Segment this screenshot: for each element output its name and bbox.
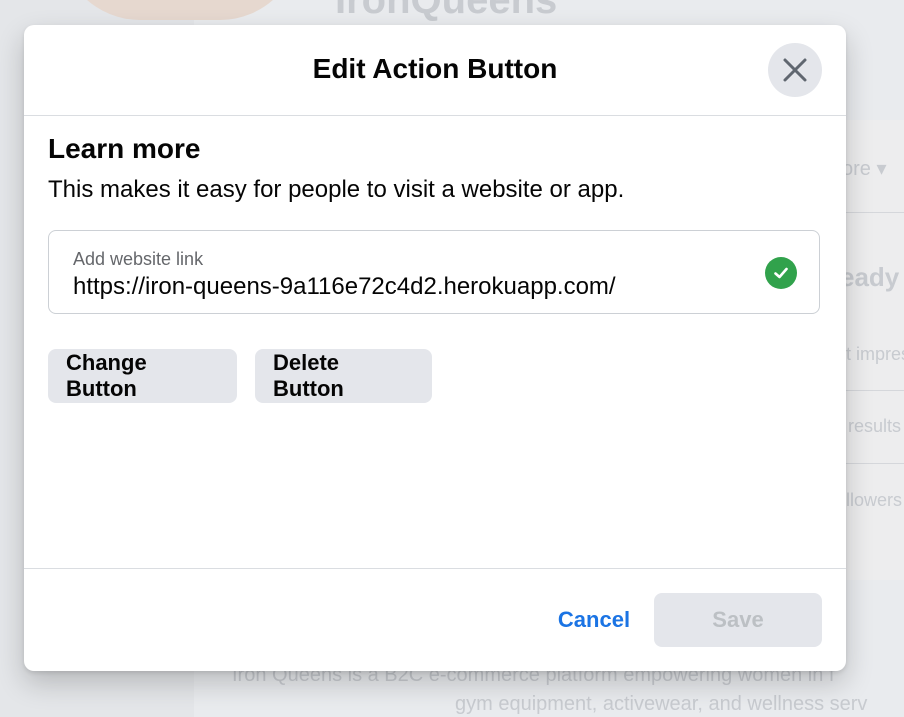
- website-link-field[interactable]: Add website link: [48, 230, 820, 314]
- close-button[interactable]: [768, 43, 822, 97]
- check-circle-icon: [765, 257, 797, 289]
- background-impressions-label: t impres: [846, 344, 904, 364]
- dialog-header: Edit Action Button: [24, 25, 846, 116]
- website-link-input[interactable]: [73, 273, 733, 301]
- background-divider: [840, 212, 904, 213]
- save-button[interactable]: Save: [654, 593, 822, 647]
- background-results-label: results: [848, 416, 902, 436]
- cancel-button[interactable]: Cancel: [536, 593, 652, 647]
- footer-divider: [24, 568, 846, 569]
- background-followers-label: llowers: [846, 490, 903, 510]
- change-button[interactable]: Change Button: [48, 349, 237, 403]
- section-description: This makes it easy for people to visit a…: [48, 176, 625, 203]
- edit-action-button-dialog: Edit Action Button Learn more This makes…: [24, 25, 846, 671]
- background-about-text: gym equipment, activewear, and wellness …: [455, 693, 868, 715]
- background-ready-heading: eady: [840, 262, 900, 292]
- background-divider: [840, 463, 904, 464]
- background-more-tab: ore ▾: [842, 158, 887, 180]
- website-link-label: Add website link: [73, 249, 204, 269]
- close-icon: [783, 58, 807, 82]
- delete-button[interactable]: Delete Button: [255, 349, 432, 403]
- dialog-title: Edit Action Button: [312, 53, 558, 84]
- background-page-title: IronQueens: [335, 0, 558, 22]
- background-divider: [840, 390, 904, 391]
- section-title: Learn more: [48, 133, 201, 164]
